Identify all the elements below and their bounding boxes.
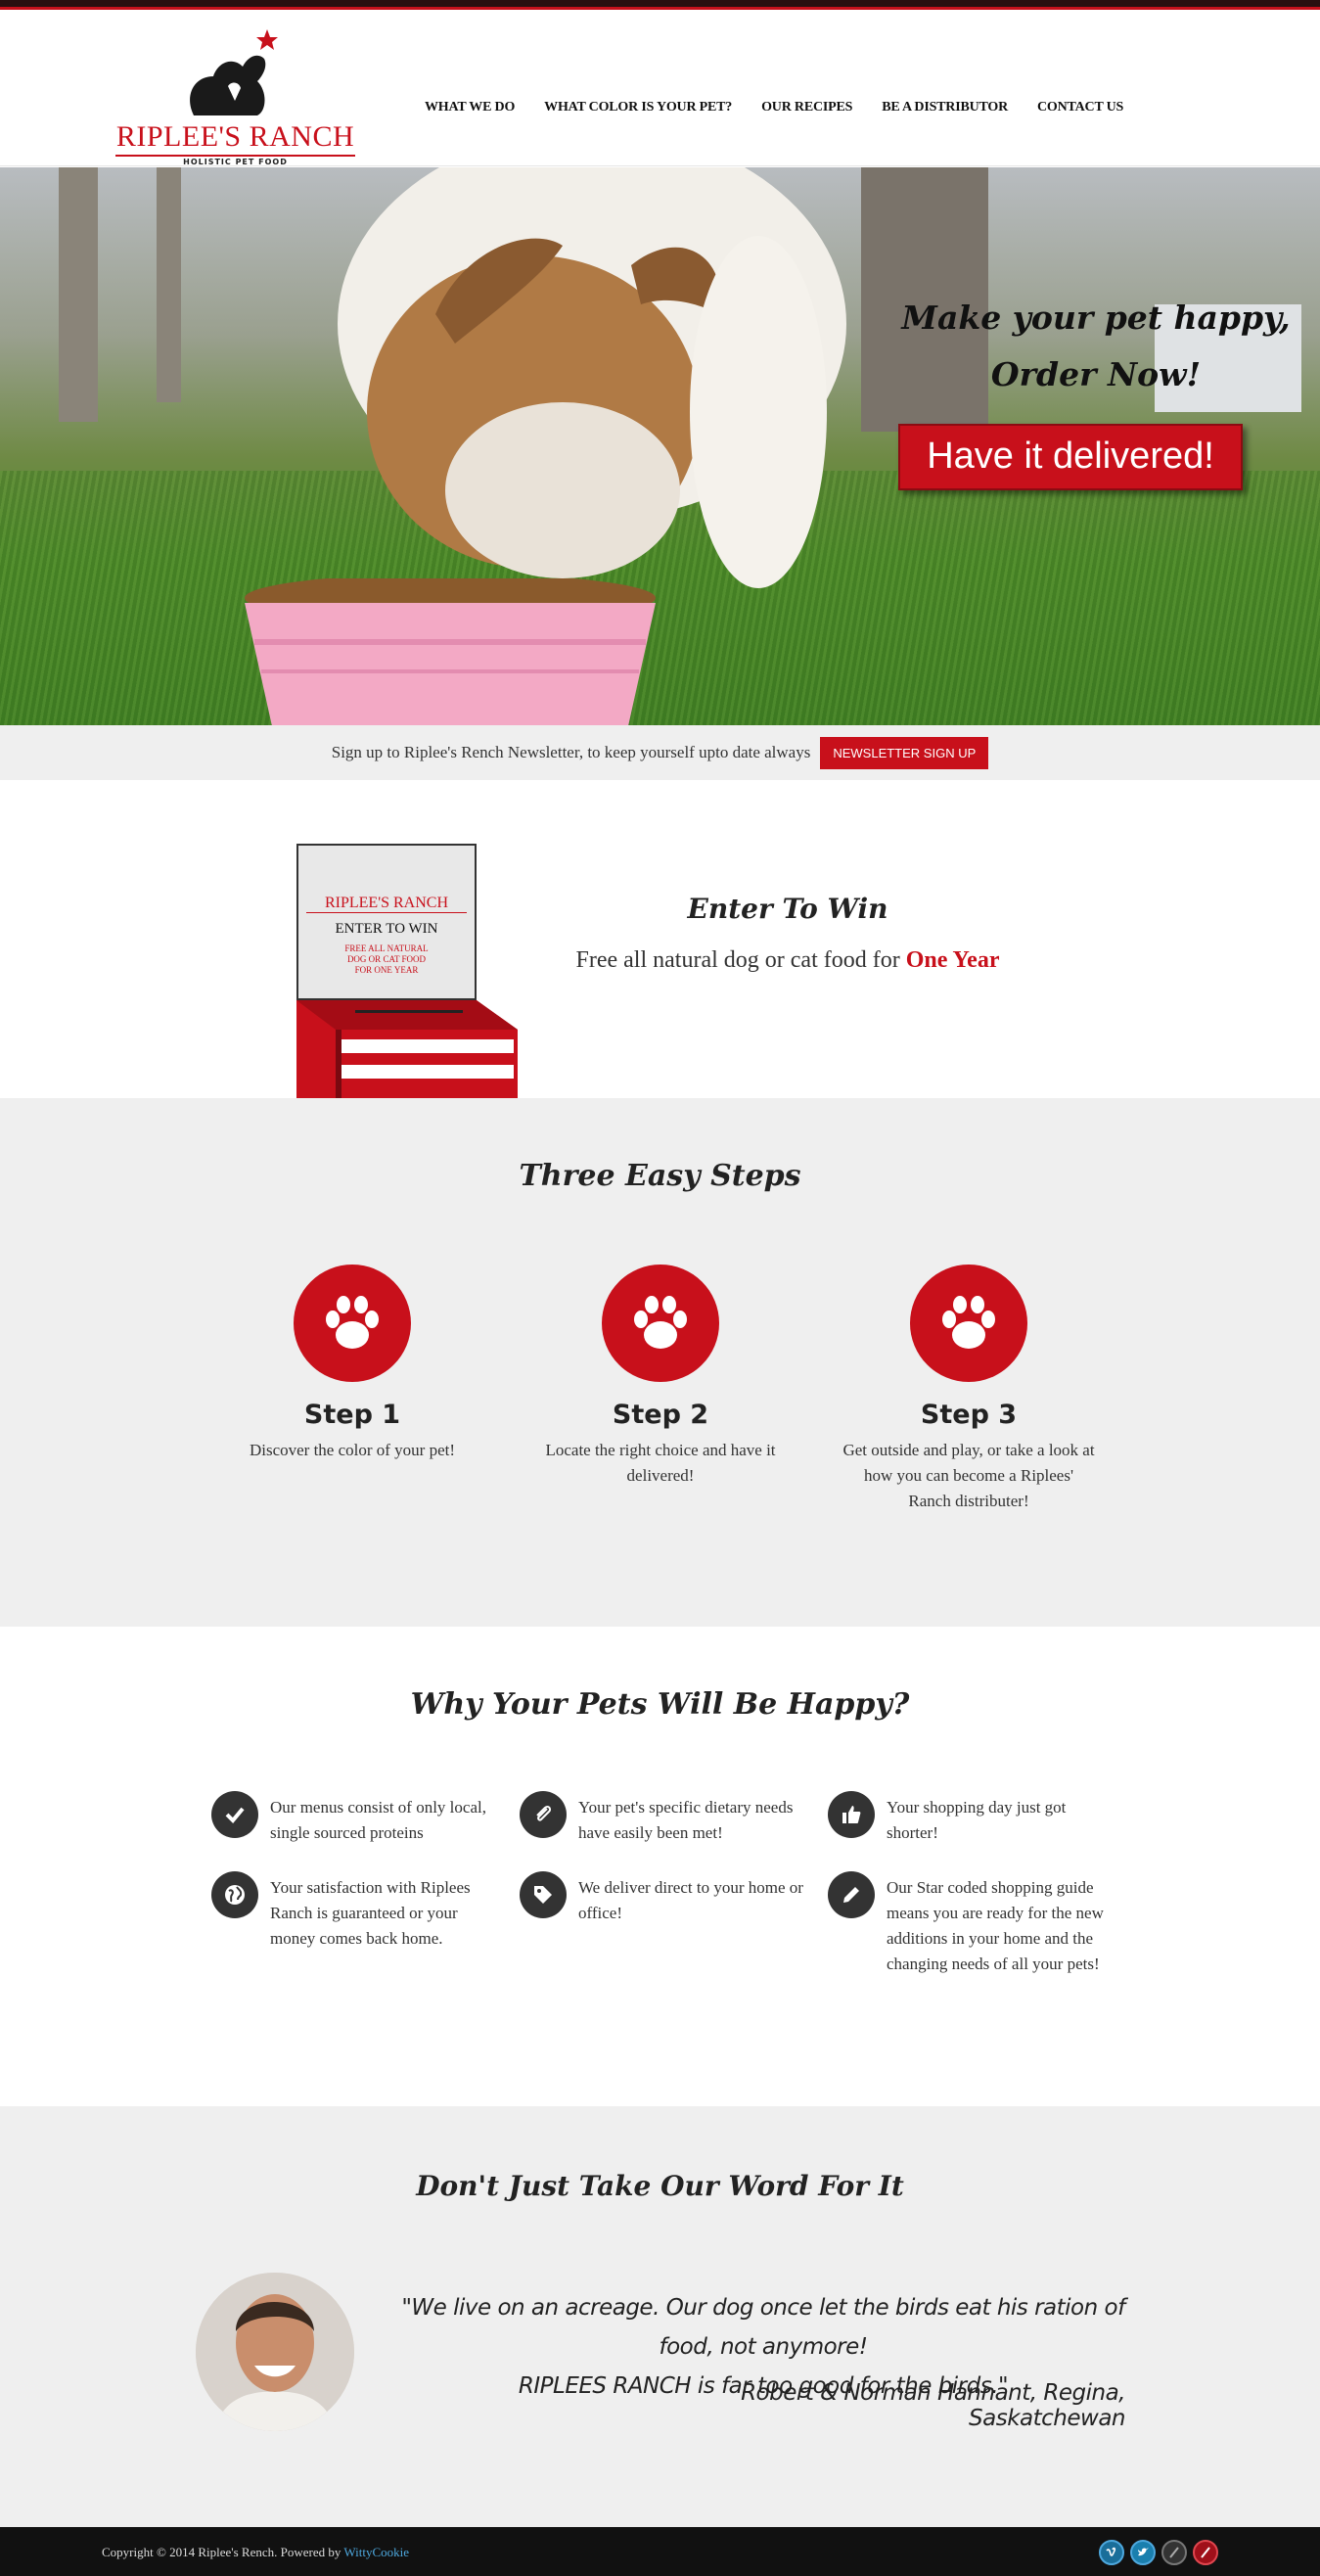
ballot-box-heading: ENTER TO WIN: [335, 921, 438, 937]
copyright: Copyright © 2014 Riplee's Rench. Powered…: [102, 2545, 409, 2560]
tag-icon: [520, 1871, 567, 1918]
why-happy-section: Why Your Pets Will Be Happy? Our menus c…: [0, 1627, 1320, 2106]
thumbs-up-icon: [828, 1791, 875, 1838]
paperclip-icon: [520, 1791, 567, 1838]
pencil-icon: [828, 1871, 875, 1918]
main-nav: WHAT WE DO WHAT COLOR IS YOUR PET? OUR R…: [425, 100, 1123, 115]
step-2: Step 2 Locate the right choice and have …: [514, 1265, 807, 1489]
testimonial-author: Robert & Norman Hannant, Regina, Saskatc…: [741, 2380, 1125, 2431]
step-title: Step 3: [920, 1400, 1018, 1430]
feature-text: Our Star coded shopping guide means you …: [887, 1878, 1104, 1973]
step-title: Step 1: [303, 1400, 401, 1430]
nav-be-distributor[interactable]: BE A DISTRIBUTOR: [882, 100, 1008, 115]
nav-what-we-do[interactable]: WHAT WE DO: [425, 100, 515, 115]
paw-icon: [294, 1265, 411, 1382]
hero-title-line-1: Make your pet happy,: [901, 299, 1291, 337]
step-text: Discover the color of your pet!: [249, 1441, 456, 1459]
logo-wordmark: RIPLEE'S RANCH: [115, 120, 355, 153]
nav-what-color[interactable]: WHAT COLOR IS YOUR PET?: [544, 100, 732, 115]
feature-item: We deliver direct to your home or office…: [520, 1871, 803, 1926]
ballot-box-line-1: FREE ALL NATURAL: [344, 943, 429, 953]
feature-item: Our Star coded shopping guide means you …: [828, 1871, 1112, 1977]
paw-icon: [602, 1265, 719, 1382]
feature-item: Our menus consist of only local, single …: [211, 1791, 495, 1846]
food-bowl-image: [245, 578, 656, 725]
enter-to-win-text: Free all natural dog or cat food for One…: [548, 947, 1027, 974]
hero-title: Make your pet happy, Order Now!: [881, 290, 1311, 403]
feature-text: Your shopping day just got shorter!: [887, 1798, 1067, 1842]
paw-icon: [910, 1265, 1027, 1382]
newsletter-bar: Sign up to Riplee's Rench Newsletter, to…: [0, 725, 1320, 780]
github-icon[interactable]: [1161, 2540, 1187, 2565]
quote-line-1: "We live on an acreage. Our dog once let…: [401, 2295, 1125, 2360]
background-tree: [59, 167, 98, 422]
have-it-delivered-button[interactable]: Have it delivered!: [898, 424, 1243, 490]
step-text: Locate the right choice and have it deli…: [545, 1441, 776, 1485]
why-title: Why Your Pets Will Be Happy?: [410, 1687, 910, 1722]
three-easy-steps-section: Three Easy Steps Step 1 Discover the col…: [0, 1098, 1320, 1627]
enter-to-win-title: Enter To Win: [687, 893, 888, 925]
ballot-box-line-2: DOG OR CAT FOOD: [346, 954, 427, 964]
background-tree: [157, 167, 181, 402]
steps-title: Three Easy Steps: [519, 1159, 801, 1193]
newsletter-text: Sign up to Riplee's Rench Newsletter, to…: [331, 743, 811, 761]
nav-contact-us[interactable]: CONTACT US: [1037, 100, 1123, 115]
feature-item: Your shopping day just got shorter!: [828, 1791, 1112, 1846]
copyright-text: Copyright © 2014 Riplee's Rench. Powered…: [102, 2545, 341, 2559]
feature-text: Your satisfaction with Riplees Ranch is …: [270, 1878, 471, 1948]
check-icon: [211, 1791, 258, 1838]
site-header: RIPLEE'S RANCH HOLISTIC PET FOOD WHAT WE…: [0, 10, 1320, 166]
ballot-box-base: [296, 1000, 518, 1098]
nav-our-recipes[interactable]: OUR RECIPES: [761, 100, 852, 115]
newsletter-signup-button[interactable]: NEWSLETTER SIGN UP: [820, 736, 989, 769]
top-accent-bar: [0, 0, 1320, 10]
feature-item: Your pet's specific dietary needs have e…: [520, 1791, 803, 1846]
ballot-box-image: RIPLEE'S RANCH ENTER TO WIN FREE ALL NAT…: [296, 844, 518, 1098]
enter-to-win-section: RIPLEE'S RANCH ENTER TO WIN FREE ALL NAT…: [0, 780, 1320, 1098]
vimeo-icon[interactable]: [1099, 2540, 1124, 2565]
feature-item: Your satisfaction with Riplees Ranch is …: [211, 1871, 495, 1952]
bulldog-image: [338, 167, 846, 588]
hero-title-line-2: Order Now!: [990, 355, 1202, 393]
step-1: Step 1 Discover the color of your pet!: [205, 1265, 499, 1463]
pinterest-icon[interactable]: [1193, 2540, 1218, 2565]
feature-text: Our menus consist of only local, single …: [270, 1798, 486, 1842]
powered-by-link[interactable]: WittyCookie: [343, 2545, 409, 2559]
step-text: Get outside and play, or take a look at …: [842, 1441, 1095, 1510]
site-footer: Copyright © 2014 Riplee's Rench. Powered…: [0, 2527, 1320, 2576]
logo-tagline: HOLISTIC PET FOOD: [115, 155, 355, 166]
step-title: Step 2: [612, 1400, 709, 1430]
social-links: [1099, 2540, 1218, 2565]
ballot-box-brand: RIPLEE'S RANCH: [306, 895, 467, 913]
globe-icon: [211, 1871, 258, 1918]
twitter-icon[interactable]: [1130, 2540, 1156, 2565]
step-3: Step 3 Get outside and play, or take a l…: [822, 1265, 1115, 1514]
ballot-box-card: RIPLEE'S RANCH ENTER TO WIN FREE ALL NAT…: [296, 844, 477, 1000]
ballot-box-line-3: FOR ONE YEAR: [354, 965, 419, 975]
testimonial-title: Don't Just Take Our Word For It: [416, 2170, 904, 2202]
dog-cat-logo-icon: [190, 29, 278, 115]
feature-text: Your pet's specific dietary needs have e…: [578, 1798, 794, 1842]
hero-banner: Make your pet happy, Order Now! Have it …: [0, 167, 1320, 725]
feature-text: We deliver direct to your home or office…: [578, 1878, 803, 1922]
enter-to-win-copy: Free all natural dog or cat food for: [575, 947, 900, 973]
testimonial-section: Don't Just Take Our Word For It "We live…: [0, 2106, 1320, 2527]
avatar: [196, 2273, 354, 2431]
site-logo[interactable]: RIPLEE'S RANCH HOLISTIC PET FOOD: [115, 27, 355, 166]
enter-to-win-highlight: One Year: [905, 947, 1000, 973]
